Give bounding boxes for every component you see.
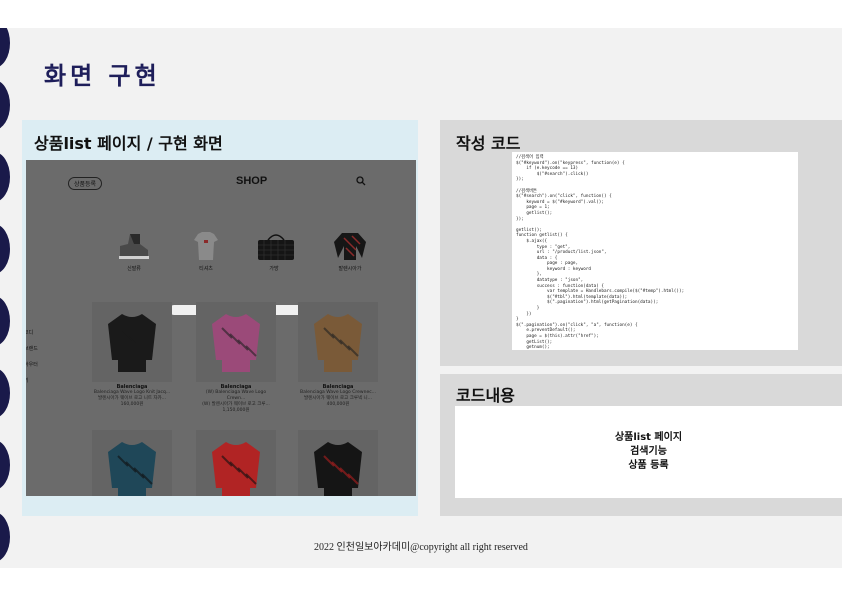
product-price: 400,000원 bbox=[326, 402, 350, 407]
panel-title: 코드내용 bbox=[456, 386, 515, 405]
product-card[interactable]: Balenciaga Balenciaga Wave Logo Knit Jac… bbox=[92, 302, 172, 408]
category-label: 티셔츠 bbox=[199, 266, 213, 272]
panel-title: 상품list 페이지 / 구현 화면 bbox=[34, 134, 223, 153]
product-name: (W) Balenciaga Wave Logo Crewn... bbox=[205, 390, 267, 401]
binder-ring bbox=[0, 28, 10, 68]
content-box: 상품list 페이지 검색기능 상품 등록 bbox=[455, 406, 842, 498]
code-snippet: //검색어 입력 $("#keyword").on("keypress", fu… bbox=[512, 152, 798, 350]
binder-ring bbox=[0, 368, 10, 418]
product-image bbox=[196, 302, 276, 382]
side-menu-item[interactable]: 기 bbox=[26, 373, 38, 389]
content-line: 상품 등록 bbox=[628, 460, 669, 471]
content-panel: 코드내용 상품list 페이지 검색기능 상품 등록 bbox=[440, 374, 842, 516]
product-price: 1,150,000원 bbox=[222, 408, 250, 413]
sweater-body bbox=[108, 314, 156, 372]
side-menu-item[interactable]: 아우터 bbox=[26, 357, 38, 373]
product-card[interactable] bbox=[92, 430, 172, 496]
product-price: 160,000원 bbox=[120, 402, 144, 407]
add-product-button[interactable]: 상품등록 bbox=[68, 177, 103, 190]
category-balenciaga[interactable]: 발렌시아가 bbox=[330, 230, 370, 272]
category-tshirt[interactable]: 티셔츠 bbox=[186, 230, 226, 272]
product-card[interactable] bbox=[298, 430, 378, 496]
binder-ring bbox=[0, 152, 10, 202]
code-panel: 작성 코드 //검색어 입력 $("#keyword").on("keypres… bbox=[440, 120, 842, 366]
slide: 화면 구현 상품list 페이지 / 구현 화면 상품등록 SHOP 신발류 티… bbox=[0, 28, 842, 568]
product-card[interactable]: Balenciaga (W) Balenciaga Wave Logo Crew… bbox=[196, 302, 276, 414]
category-label: 발렌시아가 bbox=[338, 266, 362, 272]
side-menu-item[interactable]: 브랜드 bbox=[26, 341, 38, 357]
product-image bbox=[196, 430, 276, 496]
footer: 2022 인천일보아카데미@copyright all right reserv… bbox=[314, 542, 528, 553]
code-text: //검색어 입력 $("#keyword").on("keypress", fu… bbox=[516, 155, 685, 350]
sweater-body bbox=[212, 314, 260, 372]
content-line: 상품list 페이지 bbox=[614, 432, 683, 443]
binder-ring bbox=[0, 224, 10, 274]
category-bag[interactable]: 가방 bbox=[254, 230, 294, 272]
category-label: 가방 bbox=[269, 266, 279, 272]
binder-ring bbox=[0, 512, 10, 562]
category-label: 신발류 bbox=[127, 266, 141, 272]
product-image bbox=[92, 430, 172, 496]
sweater-body bbox=[314, 314, 362, 372]
category-shoes[interactable]: 신발류 bbox=[114, 230, 154, 272]
side-menu-item[interactable]: 코디 bbox=[26, 325, 38, 341]
product-image bbox=[92, 302, 172, 382]
search-icon[interactable] bbox=[356, 176, 366, 189]
binder-ring bbox=[0, 296, 10, 346]
screenshot-panel: 상품list 페이지 / 구현 화면 상품등록 SHOP 신발류 티셔츠 가방 … bbox=[22, 120, 418, 516]
sweater-icon bbox=[332, 230, 368, 262]
content-line: 검색기능 bbox=[630, 446, 667, 457]
panel-title: 작성 코드 bbox=[456, 134, 521, 153]
product-image bbox=[298, 430, 378, 496]
shop-screenshot: 상품등록 SHOP 신발류 티셔츠 가방 발렌시아가 코디 브랜드 아우터 기 … bbox=[26, 160, 416, 496]
sneaker-icon bbox=[116, 230, 152, 262]
binder-ring bbox=[0, 440, 10, 490]
shop-logo: SHOP bbox=[236, 175, 268, 187]
side-menu: 코디 브랜드 아우터 기 bbox=[26, 325, 38, 389]
binder-ring bbox=[0, 80, 10, 130]
product-image bbox=[298, 302, 378, 382]
tshirt-icon bbox=[188, 230, 224, 262]
product-card[interactable]: Balenciaga Balenciaga Wave Logo Crewnec.… bbox=[298, 302, 378, 408]
product-card[interactable] bbox=[196, 430, 276, 496]
bag-icon bbox=[256, 230, 294, 262]
slide-title: 화면 구현 bbox=[44, 62, 161, 90]
